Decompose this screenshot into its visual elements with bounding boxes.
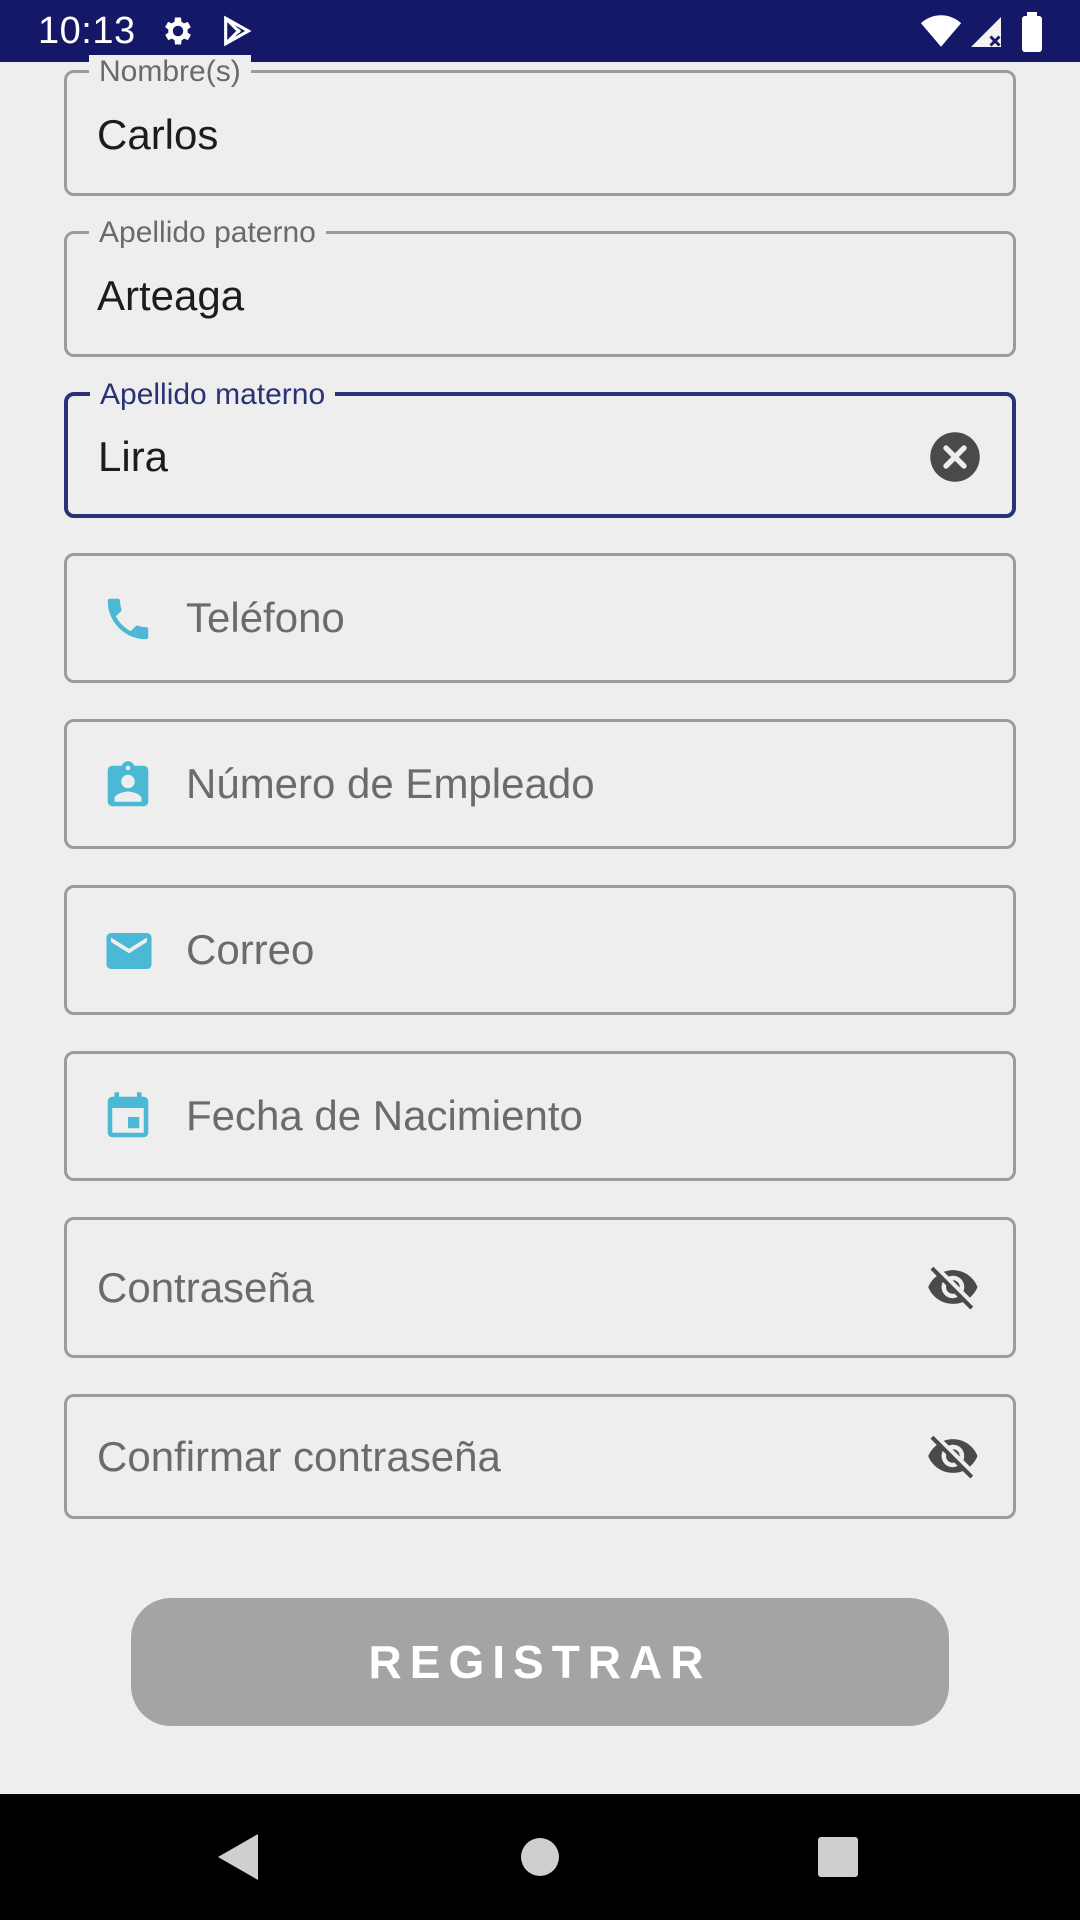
status-bar: 10:13 (0, 0, 1080, 62)
recents-icon[interactable] (817, 1836, 859, 1878)
eye-off-icon[interactable] (923, 1429, 983, 1483)
register-button[interactable]: REGISTRAR (131, 1598, 949, 1726)
telefono-field[interactable]: Teléfono (64, 553, 1016, 683)
numero-empleado-input[interactable]: Número de Empleado (186, 760, 595, 808)
phone-icon (107, 598, 149, 640)
apellido-materno-label: Apellido materno (90, 378, 336, 412)
nombre-field[interactable]: Nombre(s) Carlos (64, 55, 1016, 196)
contrasena-field[interactable]: Contraseña (64, 1217, 1016, 1358)
numero-empleado-field[interactable]: Número de Empleado (64, 719, 1016, 849)
status-time: 10:13 (38, 10, 136, 52)
correo-field[interactable]: Correo (64, 885, 1016, 1015)
nombre-label: Nombre(s) (89, 55, 251, 89)
correo-input[interactable]: Correo (186, 926, 314, 974)
wifi-icon (920, 15, 962, 47)
contrasena-input[interactable]: Contraseña (97, 1264, 314, 1312)
signal-icon (971, 17, 1001, 47)
apellido-materno-field[interactable]: Apellido materno Lira (64, 378, 1016, 518)
telefono-input[interactable]: Teléfono (186, 594, 345, 642)
battery-icon (1022, 12, 1042, 52)
confirmar-contrasena-field[interactable]: Confirmar contraseña (64, 1394, 1016, 1519)
calendar-icon (107, 1092, 149, 1138)
back-icon[interactable] (216, 1832, 260, 1882)
confirmar-contrasena-input[interactable]: Confirmar contraseña (97, 1433, 501, 1481)
apellido-materno-input[interactable]: Lira (98, 433, 168, 481)
navigation-bar (0, 1794, 1080, 1920)
apellido-paterno-field[interactable]: Apellido paterno Arteaga (64, 216, 1016, 357)
apellido-paterno-label: Apellido paterno (89, 216, 326, 250)
fecha-nacimiento-field[interactable]: Fecha de Nacimiento (64, 1051, 1016, 1181)
eye-off-icon[interactable] (923, 1260, 983, 1314)
home-icon[interactable] (519, 1836, 561, 1878)
nombre-input[interactable]: Carlos (97, 111, 218, 159)
clear-icon[interactable] (928, 430, 982, 484)
badge-icon (107, 761, 149, 807)
fecha-nacimiento-input[interactable]: Fecha de Nacimiento (186, 1092, 583, 1140)
mail-icon (106, 933, 152, 969)
play-store-icon (224, 15, 252, 47)
gear-icon (165, 17, 191, 45)
apellido-paterno-input[interactable]: Arteaga (97, 272, 244, 320)
